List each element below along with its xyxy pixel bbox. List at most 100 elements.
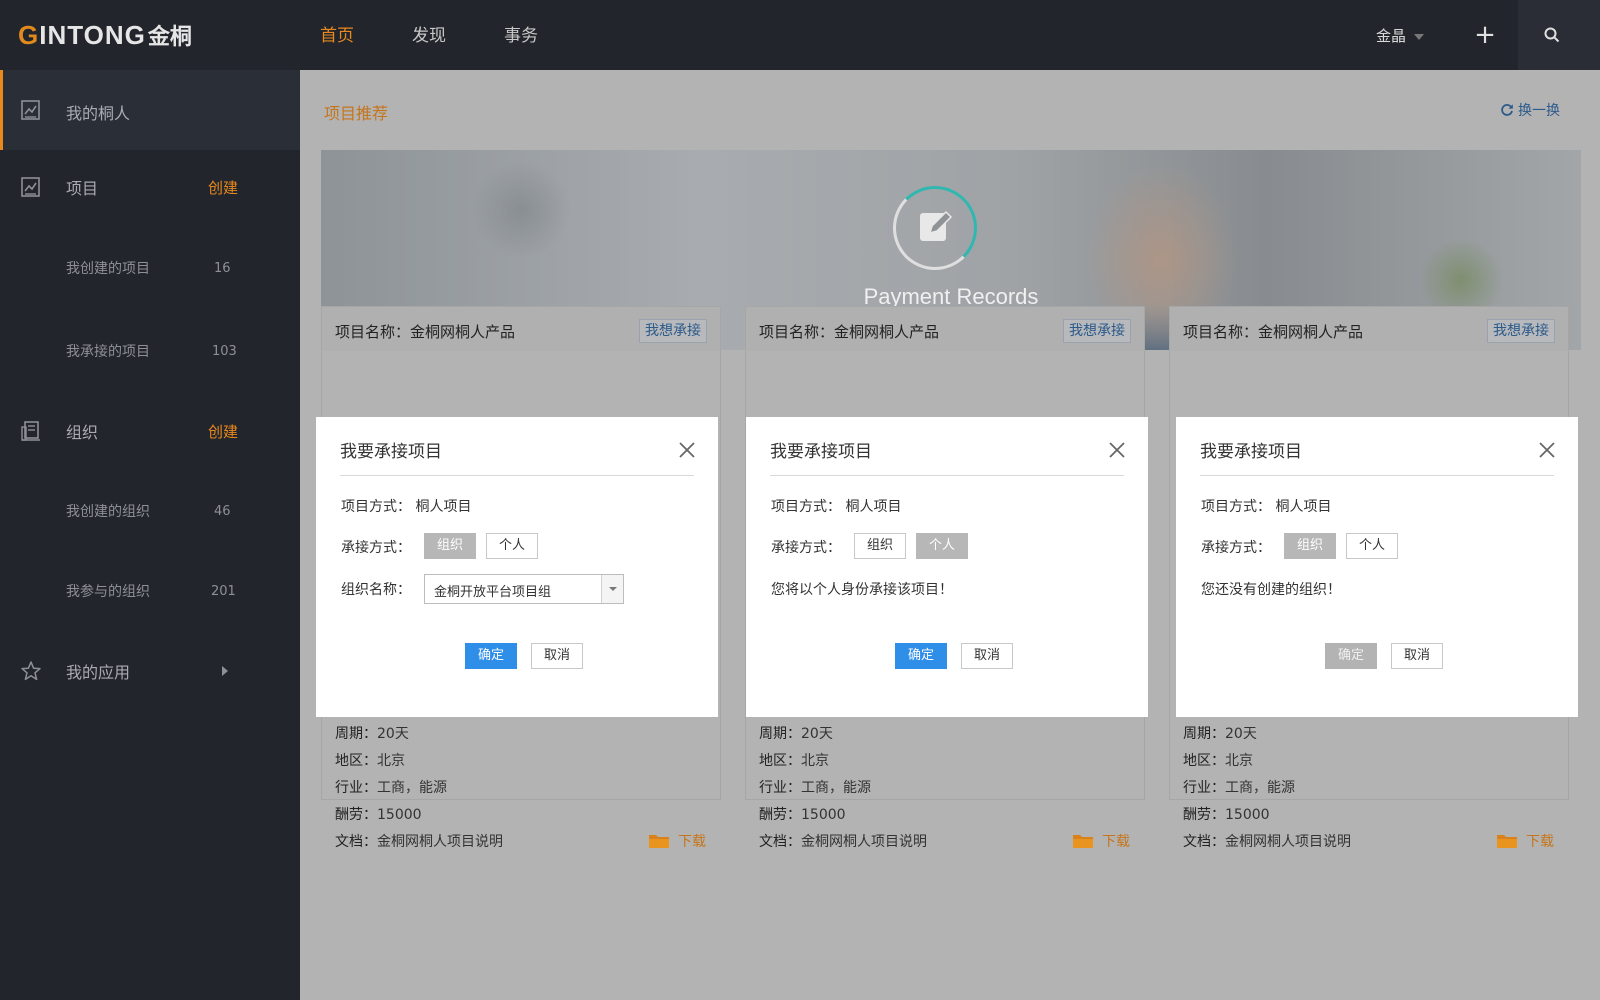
confirm-button[interactable]: 确定 — [1325, 643, 1377, 669]
take-mode-label: 承接方式： — [341, 540, 411, 556]
take-mode-label: 承接方式： — [1201, 540, 1271, 556]
take-project-button[interactable]: 我想承接 — [1063, 319, 1131, 343]
option-organization[interactable]: 组织 — [424, 533, 476, 559]
dialog-divider — [340, 475, 694, 476]
option-individual[interactable]: 个人 — [1346, 533, 1398, 559]
download-label: 下载 — [1102, 834, 1130, 850]
card-period: 周期：20天 — [1183, 723, 1257, 743]
banner-circle — [893, 186, 977, 270]
count-badge: 16 — [214, 260, 231, 276]
cancel-button[interactable]: 取消 — [1391, 643, 1443, 669]
label: 周期： — [335, 726, 377, 742]
option-individual[interactable]: 个人 — [916, 533, 968, 559]
card-industry: 行业：工商，能源 — [759, 777, 871, 797]
caret-down-icon — [1414, 33, 1425, 40]
create-project-link[interactable]: 创建 — [208, 177, 238, 198]
sidebar-item-projects[interactable]: 项目 创建 — [0, 167, 300, 207]
label: 地区： — [759, 753, 801, 769]
folder-icon — [1073, 835, 1093, 848]
option-individual[interactable]: 个人 — [486, 533, 538, 559]
card-industry: 行业：工商，能源 — [335, 777, 447, 797]
sidebar-subitem-joined-orgs[interactable]: 我参与的组织 201 — [0, 571, 300, 611]
sidebar-subitem-taken-projects[interactable]: 我承接的项目 103 — [0, 331, 300, 371]
label: 酬劳： — [335, 807, 377, 823]
chevron-down-icon — [609, 587, 617, 591]
sidebar-subitem-created-orgs[interactable]: 我创建的组织 46 — [0, 491, 300, 531]
value: 20天 — [377, 726, 409, 742]
card-header: 项目名称：金桐网桐人产品 我想承接 — [322, 307, 720, 351]
card-header: 项目名称：金桐网桐人产品 我想承接 — [1170, 307, 1568, 351]
search-button[interactable] — [1518, 0, 1600, 70]
confirm-button[interactable]: 确定 — [895, 643, 947, 669]
sidebar-subitem-created-projects[interactable]: 我创建的项目 16 — [0, 248, 300, 288]
label: 周期： — [1183, 726, 1225, 742]
card-title: 项目名称：金桐网桐人产品 — [1183, 323, 1364, 341]
card-pay: 酬劳：15000 — [759, 804, 846, 824]
dialog-title: 我要承接项目 — [340, 442, 442, 462]
dropdown-arrow[interactable] — [601, 575, 623, 603]
option-organization[interactable]: 组织 — [1284, 533, 1336, 559]
create-org-link[interactable]: 创建 — [208, 421, 238, 442]
logo-g: G — [18, 19, 40, 50]
nav-discover[interactable]: 发现 — [412, 0, 446, 70]
project-mode-value: 桐人项目 — [1275, 499, 1332, 515]
value: 15000 — [377, 807, 422, 823]
dialog-divider — [1200, 475, 1554, 476]
refresh-button[interactable]: 换一换 — [1500, 100, 1560, 120]
value: 金桐网桐人项目说明 — [377, 834, 503, 850]
take-project-dialog: 我要承接项目 项目方式： 桐人项目 承接方式： 组织 个人 您将以个人身份承接该… — [746, 417, 1148, 717]
profile-chart-icon — [21, 100, 40, 120]
sidebar-item-my-tongren[interactable]: 我的桐人 — [0, 70, 300, 150]
project-chart-icon — [21, 177, 40, 197]
main-nav: 首页 发现 事务 — [320, 0, 596, 70]
sidebar-subitem-label: 我创建的项目 — [66, 261, 150, 277]
download-link[interactable]: 下载 — [1072, 831, 1130, 851]
value: 金桐网桐人项目说明 — [1225, 834, 1351, 850]
user-menu[interactable]: 金晶 — [1376, 0, 1425, 70]
sidebar-item-organizations[interactable]: 组织 创建 — [0, 411, 300, 451]
take-mode-label: 承接方式： — [771, 540, 841, 556]
card-pay: 酬劳：15000 — [1183, 804, 1270, 824]
nav-affairs[interactable]: 事务 — [504, 0, 538, 70]
star-icon — [21, 661, 41, 681]
download-link[interactable]: 下载 — [648, 831, 706, 851]
org-name-select[interactable]: 金桐开放平台项目组 — [424, 574, 624, 604]
org-name-label: 组织名称： — [341, 582, 411, 598]
value: 20天 — [1225, 726, 1257, 742]
section-title: 项目推荐 — [324, 104, 389, 123]
sidebar-item-my-apps[interactable]: 我的应用 — [0, 651, 300, 691]
take-project-button[interactable]: 我想承接 — [639, 319, 707, 343]
label: 行业： — [335, 780, 377, 796]
cancel-button[interactable]: 取消 — [961, 643, 1013, 669]
sidebar-subitem-label: 我参与的组织 — [66, 584, 150, 600]
add-button[interactable]: + — [1468, 18, 1502, 52]
project-mode-label: 项目方式： — [771, 499, 841, 515]
close-button[interactable] — [1538, 441, 1556, 459]
label: 周期： — [759, 726, 801, 742]
project-mode-label: 项目方式： — [341, 499, 411, 515]
user-name: 金晶 — [1376, 27, 1407, 45]
brand-logo[interactable]: G INTONG 金桐 — [18, 19, 192, 51]
download-label: 下载 — [678, 834, 706, 850]
card-doc: 文档：金桐网桐人项目说明 — [1183, 831, 1351, 851]
close-icon — [1109, 442, 1125, 458]
take-project-button[interactable]: 我想承接 — [1487, 319, 1555, 343]
label: 行业： — [1183, 780, 1225, 796]
value: 20天 — [801, 726, 833, 742]
cancel-button[interactable]: 取消 — [531, 643, 583, 669]
close-button[interactable] — [1108, 441, 1126, 459]
download-link[interactable]: 下载 — [1496, 831, 1554, 851]
project-mode-row: 项目方式： 桐人项目 — [771, 496, 901, 516]
value: 工商，能源 — [801, 780, 871, 796]
label: 地区： — [335, 753, 377, 769]
confirm-button[interactable]: 确定 — [465, 643, 517, 669]
label: 酬劳： — [1183, 807, 1225, 823]
option-organization[interactable]: 组织 — [854, 533, 906, 559]
nav-home[interactable]: 首页 — [320, 0, 354, 70]
download-label: 下载 — [1526, 834, 1554, 850]
project-mode-label: 项目方式： — [1201, 499, 1271, 515]
close-button[interactable] — [678, 441, 696, 459]
count-badge: 46 — [214, 503, 231, 519]
label: 行业： — [759, 780, 801, 796]
label: 地区： — [1183, 753, 1225, 769]
